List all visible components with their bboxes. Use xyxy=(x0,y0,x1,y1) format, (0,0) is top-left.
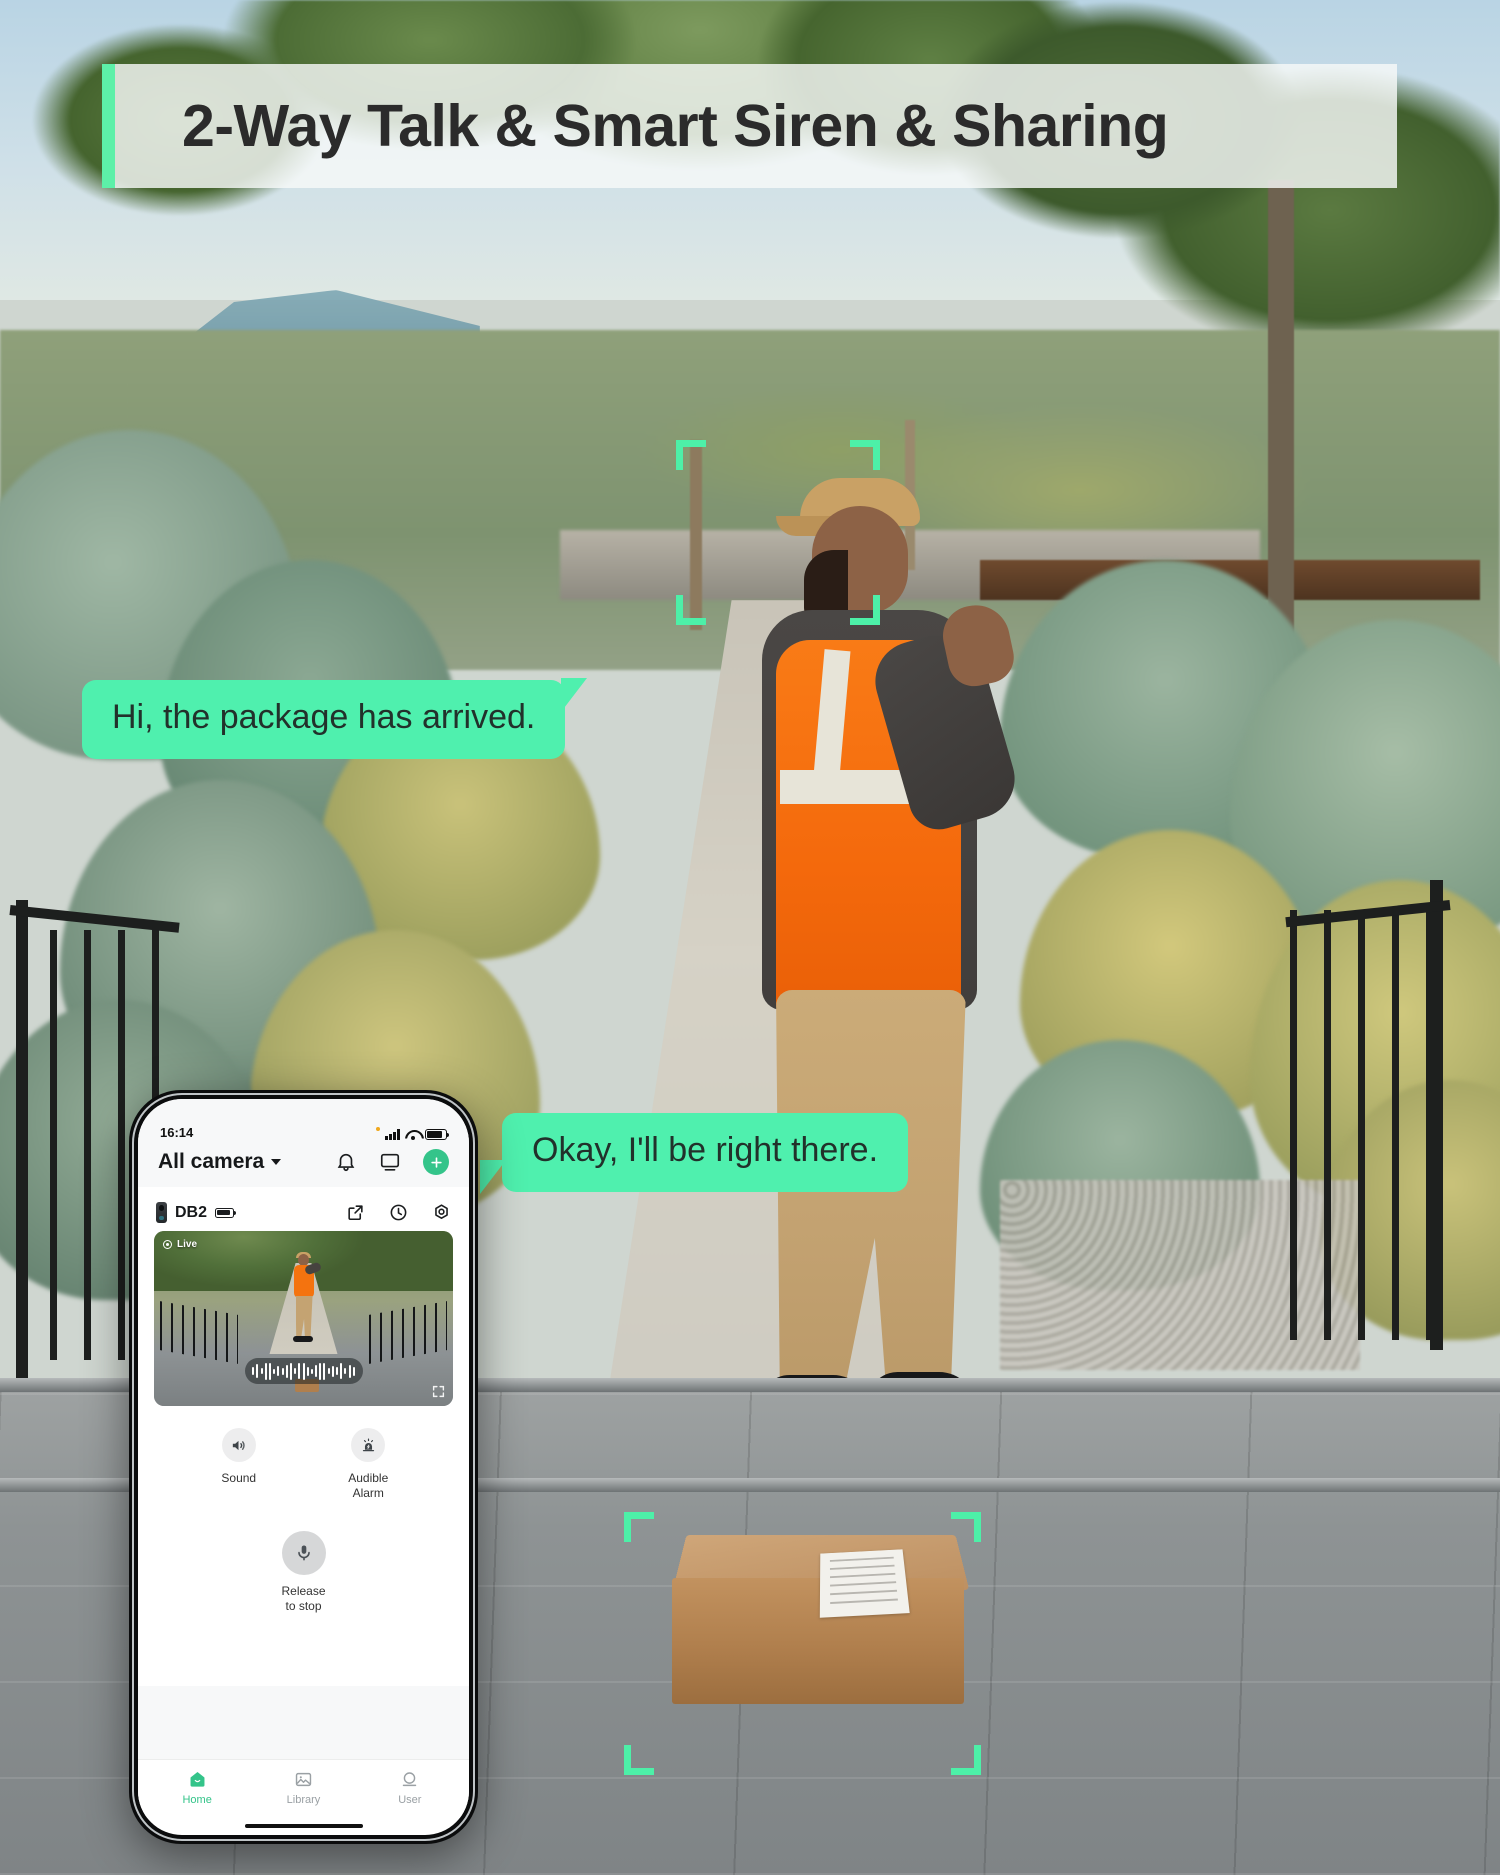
live-status-badge: Live xyxy=(163,1239,197,1250)
phone-mockup: 16:14 All camera DB2 Live Sound Audible … xyxy=(129,1090,478,1844)
status-bar-indicators xyxy=(376,1126,450,1140)
person-detect-bracket-bottom-right xyxy=(850,595,880,625)
nav-library[interactable]: Library xyxy=(250,1770,356,1806)
live-video-view[interactable]: Live xyxy=(154,1231,453,1406)
camera-selector-label: All camera xyxy=(158,1150,265,1173)
status-bar-time: 16:14 xyxy=(160,1125,194,1140)
phone-screen: 16:14 All camera DB2 Live Sound Audible … xyxy=(138,1099,469,1835)
fullscreen-icon[interactable] xyxy=(432,1385,445,1398)
live-view-person-shoes xyxy=(292,1335,313,1342)
control-row: Sound Audible Alarm xyxy=(138,1428,469,1501)
live-record-icon xyxy=(163,1240,172,1249)
nav-user[interactable]: User xyxy=(357,1770,463,1806)
package-shipping-label xyxy=(819,1549,910,1618)
package-detect-bracket-top-right xyxy=(951,1512,981,1542)
headline-accent-bar xyxy=(102,64,115,188)
cellular-signal-icon xyxy=(385,1129,400,1140)
live-view-person-head xyxy=(297,1253,309,1266)
settings-gear-icon[interactable] xyxy=(432,1203,451,1222)
talk-controls: Sound Audible Alarm Release to stop xyxy=(138,1406,469,1687)
live-badge-label: Live xyxy=(177,1239,198,1250)
push-to-talk-button[interactable]: Release to stop xyxy=(138,1531,469,1614)
doorbell-icon xyxy=(156,1202,167,1223)
app-header: All camera xyxy=(138,1143,469,1187)
image-library-icon xyxy=(294,1770,313,1789)
bell-icon[interactable] xyxy=(335,1151,357,1173)
plus-icon[interactable] xyxy=(423,1149,449,1175)
speech-bubble-homeowner: Okay, I'll be right there. xyxy=(479,1113,909,1194)
audible-alarm-label: Audible Alarm xyxy=(348,1471,389,1500)
camera-identity: DB2 xyxy=(156,1202,237,1223)
chevron-down-icon xyxy=(271,1159,282,1165)
headline-banner: 2-Way Talk & Smart Siren & Sharing xyxy=(102,64,1397,188)
battery-icon xyxy=(425,1129,450,1140)
audible-alarm-button[interactable]: Audible Alarm xyxy=(320,1428,416,1501)
home-indicator xyxy=(244,1823,363,1828)
nav-home[interactable]: Home xyxy=(144,1770,250,1806)
live-view-person xyxy=(289,1251,322,1354)
package-detect-bracket-bottom-right xyxy=(951,1745,981,1775)
camera-actions xyxy=(346,1203,451,1222)
person-detect-bracket-top-left xyxy=(676,440,706,470)
person-detect-bracket-bottom-left xyxy=(676,595,706,625)
push-to-talk-label: Release to stop xyxy=(281,1584,326,1613)
camera-name: DB2 xyxy=(175,1203,208,1221)
home-icon xyxy=(188,1770,207,1789)
status-bar: 16:14 xyxy=(138,1099,469,1143)
privacy-dot-icon xyxy=(376,1126,381,1131)
sound-label: Sound xyxy=(221,1471,257,1485)
speaker-icon xyxy=(221,1428,256,1462)
header-actions xyxy=(335,1149,449,1175)
share-icon[interactable] xyxy=(346,1203,365,1222)
package-detect-bracket-bottom-left xyxy=(624,1745,654,1775)
history-clock-icon[interactable] xyxy=(389,1203,408,1222)
siren-icon xyxy=(351,1428,386,1462)
package-front xyxy=(672,1578,964,1704)
nav-library-label: Library xyxy=(286,1793,321,1806)
user-icon xyxy=(400,1770,419,1789)
camera-card: DB2 Live xyxy=(138,1187,469,1406)
audio-waveform xyxy=(244,1358,363,1384)
delivery-courier xyxy=(740,470,1025,1460)
microphone-icon xyxy=(281,1531,326,1575)
live-view-person-legs xyxy=(295,1295,313,1338)
nav-user-label: User xyxy=(398,1793,422,1806)
wifi-icon xyxy=(405,1129,420,1140)
camera-selector[interactable]: All camera xyxy=(158,1150,282,1174)
railing-right-bars xyxy=(1290,910,1445,1340)
camera-card-header: DB2 xyxy=(154,1193,453,1231)
nav-home-label: Home xyxy=(182,1793,212,1806)
camera-battery-icon xyxy=(215,1207,237,1218)
bottom-navigation: Home Library User xyxy=(138,1758,469,1818)
sound-button[interactable]: Sound xyxy=(191,1428,287,1501)
person-detect-bracket-top-right xyxy=(850,440,880,470)
package-detect-bracket-top-left xyxy=(624,1512,654,1542)
delivered-package xyxy=(672,1530,970,1705)
cast-icon[interactable] xyxy=(379,1151,401,1173)
page-title: 2-Way Talk & Smart Siren & Sharing xyxy=(182,93,1169,159)
content-spacer xyxy=(138,1686,469,1759)
speech-bubble-visitor: Hi, the package has arrived. xyxy=(82,678,588,759)
